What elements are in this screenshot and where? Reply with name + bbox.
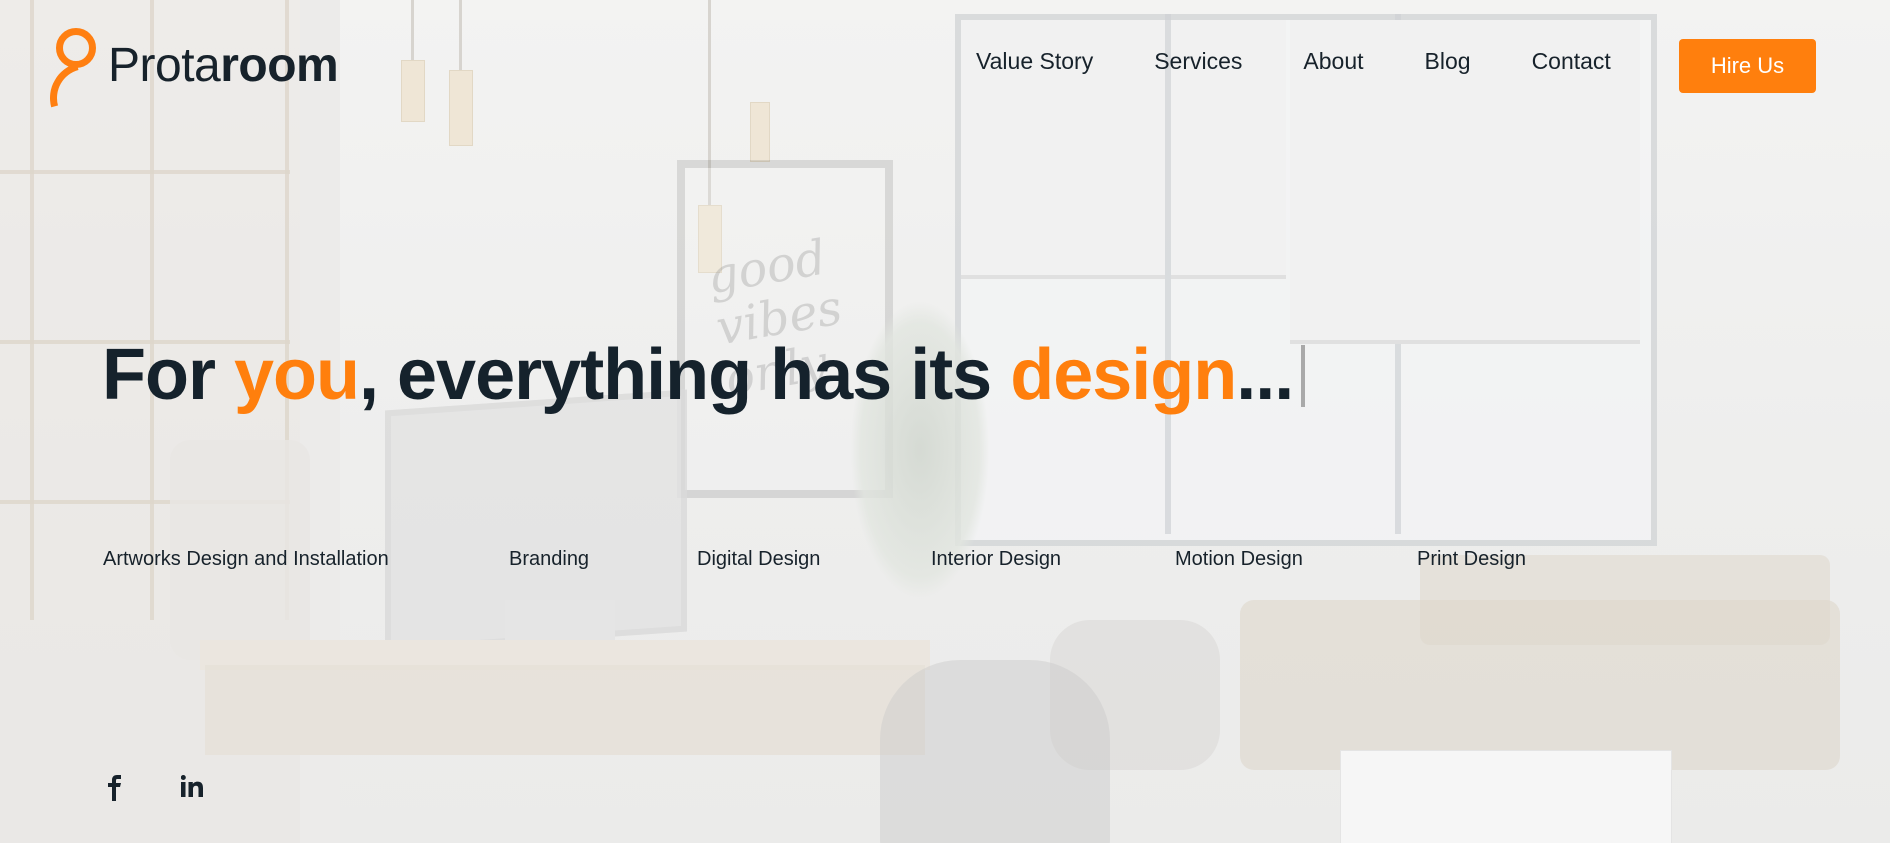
headline-part-2: , everything has its (359, 335, 1011, 415)
hero-background-image: good vibes only (0, 0, 1890, 843)
facebook-icon[interactable] (105, 775, 123, 801)
hire-us-button[interactable]: Hire Us (1679, 39, 1816, 93)
service-interior-design[interactable]: Interior Design (931, 548, 1061, 571)
hero-headline: For you, everything has its design... (102, 334, 1306, 416)
nav-item-blog[interactable]: Blog (1425, 48, 1471, 75)
service-branding[interactable]: Branding (509, 548, 589, 571)
headline-accent-you: you (233, 335, 360, 415)
linkedin-icon[interactable] (181, 775, 203, 797)
nav-item-value-story[interactable]: Value Story (976, 48, 1093, 75)
brand-name: Protaroom (108, 39, 339, 92)
nav-item-services[interactable]: Services (1154, 48, 1242, 75)
brand-logo[interactable]: Protaroom (36, 26, 339, 148)
typing-cursor (1301, 345, 1306, 407)
service-print-design[interactable]: Print Design (1417, 548, 1526, 571)
brand-name-bold: room (220, 39, 339, 92)
service-artworks[interactable]: Artworks Design and Installation (103, 548, 389, 571)
main-nav: Value Story Services About Blog Contact (976, 48, 1611, 75)
logo-icon (36, 26, 136, 148)
service-motion-design[interactable]: Motion Design (1175, 548, 1303, 571)
nav-item-about[interactable]: About (1303, 48, 1363, 75)
nav-item-contact[interactable]: Contact (1532, 48, 1611, 75)
service-digital-design[interactable]: Digital Design (697, 548, 820, 571)
brand-name-light: Prota (108, 39, 221, 92)
headline-part-3: ... (1236, 335, 1294, 415)
headline-accent-design: design (1010, 335, 1237, 415)
headline-part-1: For (102, 335, 234, 415)
